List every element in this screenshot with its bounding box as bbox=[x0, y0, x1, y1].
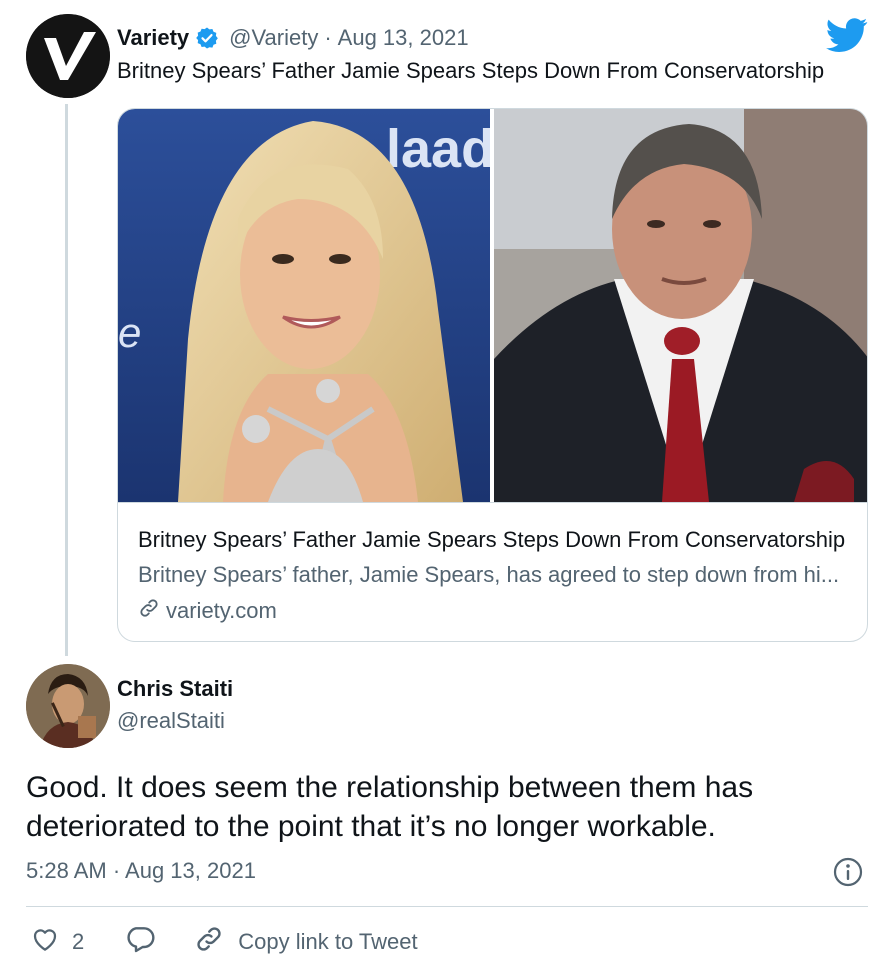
reply-bubble-icon bbox=[124, 923, 156, 961]
verified-badge-icon bbox=[195, 26, 219, 50]
card-description: Britney Spears’ father, Jamie Spears, ha… bbox=[138, 562, 840, 587]
tweet-actions: 2 Copy link to Tweet bbox=[30, 924, 418, 960]
tweet-text: Good. It does seem the relationship betw… bbox=[26, 771, 754, 843]
jamie-photo bbox=[494, 109, 867, 502]
footer-divider bbox=[26, 906, 868, 907]
quoted-handle[interactable]: @Variety bbox=[229, 25, 318, 51]
quoted-tweet-header: Variety @Variety · Aug 13, 2021 bbox=[117, 22, 469, 54]
link-icon bbox=[138, 597, 160, 625]
like-count: 2 bbox=[72, 929, 85, 954]
card-image: laad e bbox=[118, 109, 867, 502]
card-title: Britney Spears’ Father Jamie Spears Step… bbox=[138, 527, 846, 552]
copy-link-button[interactable]: Copy link to Tweet bbox=[194, 924, 418, 960]
variety-avatar[interactable] bbox=[26, 14, 110, 98]
quoted-author-name[interactable]: Variety bbox=[117, 25, 189, 51]
svg-text:e: e bbox=[118, 309, 141, 356]
meta-separator: · bbox=[324, 25, 332, 50]
card-domain: variety.com bbox=[138, 597, 277, 625]
britney-photo: laad e bbox=[118, 109, 490, 502]
reply-button[interactable] bbox=[124, 923, 156, 961]
link-preview-card[interactable]: laad e Britney Spears’ Father Jamie Spea… bbox=[117, 108, 868, 642]
tweet-timestamp[interactable]: 5:28 AM · Aug 13, 2021 bbox=[26, 858, 256, 884]
like-button[interactable]: 2 bbox=[30, 924, 84, 960]
tweet-author-handle[interactable]: @realStaiti bbox=[117, 708, 225, 734]
variety-logo-icon bbox=[26, 14, 110, 98]
link-icon bbox=[194, 924, 224, 960]
user-avatar[interactable] bbox=[26, 664, 110, 748]
heart-icon bbox=[30, 924, 60, 960]
card-divider bbox=[118, 502, 867, 503]
twitter-bird-icon[interactable] bbox=[826, 14, 868, 56]
info-icon[interactable] bbox=[832, 856, 864, 888]
card-domain-text: variety.com bbox=[166, 598, 277, 623]
quoted-date[interactable]: Aug 13, 2021 bbox=[338, 25, 469, 51]
thread-connector-line bbox=[65, 104, 68, 656]
copy-link-label: Copy link to Tweet bbox=[238, 929, 418, 954]
quoted-tweet-text: Britney Spears’ Father Jamie Spears Step… bbox=[117, 58, 825, 83]
tweet-author-name[interactable]: Chris Staiti bbox=[117, 676, 233, 702]
svg-text:laad: laad bbox=[386, 119, 490, 179]
